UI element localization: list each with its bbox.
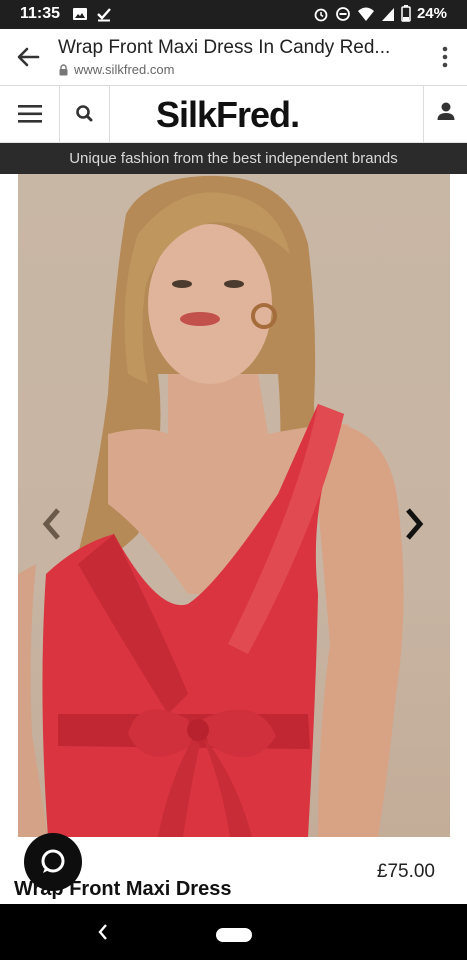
search-icon xyxy=(76,105,93,122)
battery-percent: 24% xyxy=(416,5,447,22)
browser-bar: Wrap Front Maxi Dress In Candy Red... ww… xyxy=(0,29,467,86)
system-home-button[interactable] xyxy=(216,928,252,942)
chevron-right-icon xyxy=(406,508,424,540)
silkfred-logo[interactable]: SilkFred. xyxy=(156,94,300,136)
search-button[interactable] xyxy=(60,86,110,142)
user-icon xyxy=(437,102,455,120)
status-bar: 11:35 24% xyxy=(0,0,467,29)
wifi-icon xyxy=(357,7,374,21)
signal-icon xyxy=(381,7,394,21)
product-price: £75.00 xyxy=(376,861,435,882)
image-notification-icon xyxy=(73,8,87,20)
chat-button[interactable] xyxy=(24,833,82,891)
menu-icon xyxy=(18,105,42,123)
hamburger-menu-button[interactable] xyxy=(0,86,60,142)
chat-bubble-icon xyxy=(41,849,65,873)
chevron-left-icon xyxy=(42,508,60,540)
carousel-prev-button[interactable] xyxy=(36,502,70,546)
tagline-banner: Unique fashion from the best independent… xyxy=(0,143,467,174)
battery-icon xyxy=(401,5,411,22)
url-line: www.silkfred.com xyxy=(58,62,418,77)
url-text: www.silkfred.com xyxy=(74,62,175,77)
download-done-icon xyxy=(97,8,111,22)
product-image-carousel[interactable] xyxy=(18,174,450,837)
carousel-next-button[interactable] xyxy=(396,502,430,546)
browser-back-button[interactable] xyxy=(14,43,42,71)
product-photo xyxy=(18,175,404,837)
notification-icons xyxy=(72,6,112,22)
browser-menu-button[interactable] xyxy=(441,45,449,69)
alarm-icon xyxy=(314,8,328,21)
logo-text: SilkFred xyxy=(156,94,291,135)
logo-dot: . xyxy=(290,94,300,135)
system-back-button[interactable] xyxy=(94,922,112,942)
site-header: SilkFred. xyxy=(0,86,467,143)
account-button[interactable] xyxy=(423,86,467,142)
url-block[interactable]: Wrap Front Maxi Dress In Candy Red... ww… xyxy=(58,37,418,77)
do-not-disturb-icon xyxy=(336,6,350,21)
page-title: Wrap Front Maxi Dress In Candy Red... xyxy=(58,37,391,58)
lock-icon xyxy=(59,63,68,75)
status-time: 11:35 xyxy=(20,5,61,22)
more-vertical-icon xyxy=(442,46,448,68)
system-navigation-bar xyxy=(0,904,467,960)
status-right: 24% xyxy=(313,5,447,22)
chevron-left-icon xyxy=(98,924,107,940)
arrow-left-icon xyxy=(17,47,40,67)
